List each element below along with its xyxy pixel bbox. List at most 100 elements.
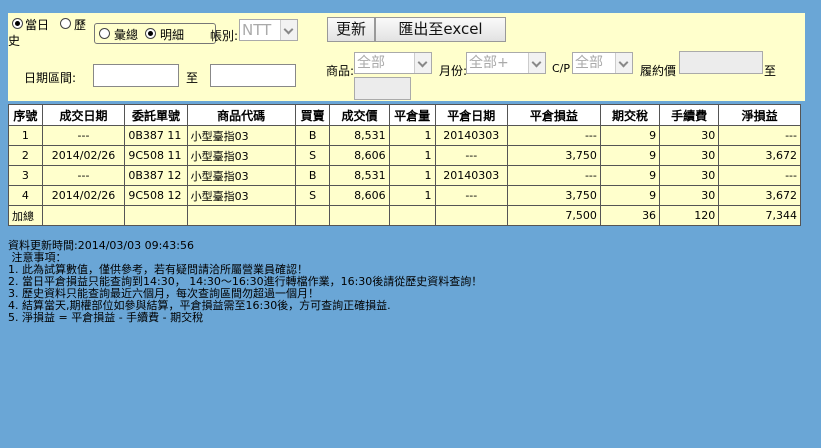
chevron-down-icon bbox=[414, 53, 431, 73]
total-empty bbox=[124, 205, 188, 226]
total-close-pnl: 7,500 bbox=[507, 205, 601, 226]
cell-tax: 9 bbox=[599, 145, 661, 166]
cell-fee: 30 bbox=[659, 165, 720, 186]
header-order-no: 委託單號 bbox=[124, 104, 188, 126]
cell-net-pnl: 3,672 bbox=[718, 145, 801, 166]
chevron-down-icon bbox=[615, 53, 632, 73]
total-empty bbox=[294, 205, 331, 226]
cp-label: C/P bbox=[552, 62, 571, 75]
product-label: 商品: bbox=[326, 64, 355, 78]
cell-close-qty: 1 bbox=[388, 165, 436, 186]
account-select[interactable]: NTT bbox=[239, 19, 298, 41]
radio-history-label-2: 史 bbox=[8, 34, 21, 48]
header-close-date: 平倉日期 bbox=[434, 104, 509, 126]
total-tax: 36 bbox=[599, 205, 661, 226]
cp-select[interactable]: 全部 bbox=[572, 52, 633, 74]
cell-product-code: 小型臺指03 bbox=[186, 125, 296, 146]
cell-seq: 1 bbox=[8, 125, 43, 146]
cell-side: S bbox=[294, 145, 331, 166]
cell-close-pnl: --- bbox=[507, 165, 601, 186]
cell-close-qty: 1 bbox=[388, 185, 436, 206]
view-mode-group: 彙總 明細 bbox=[94, 23, 216, 44]
date-range-label: 日期區間: bbox=[24, 71, 77, 85]
strike-from-input[interactable] bbox=[679, 51, 763, 74]
chevron-down-icon bbox=[528, 53, 545, 73]
date-from-input[interactable] bbox=[93, 64, 179, 87]
cell-fee: 30 bbox=[659, 185, 720, 206]
table-row: 4 2014/02/26 9C508 12 小型臺指03 S 8,606 1 -… bbox=[8, 185, 801, 206]
radio-history-label-1: 歷 bbox=[74, 18, 87, 32]
header-tax: 期交稅 bbox=[599, 104, 661, 126]
total-net-pnl: 7,344 bbox=[718, 205, 801, 226]
date-to-input[interactable] bbox=[210, 64, 296, 87]
cell-net-pnl: 3,672 bbox=[718, 185, 801, 206]
export-excel-button[interactable]: 匯出至excel bbox=[375, 17, 506, 42]
cell-close-date: --- bbox=[434, 145, 509, 166]
total-empty bbox=[186, 205, 296, 226]
cell-order-no: 9C508 11 bbox=[124, 145, 188, 166]
cell-trade-date: 2014/02/26 bbox=[41, 145, 126, 166]
cell-close-pnl: 3,750 bbox=[507, 185, 601, 206]
cell-seq: 2 bbox=[8, 145, 43, 166]
header-product-code: 商品代碼 bbox=[186, 104, 296, 126]
header-trade-date: 成交日期 bbox=[41, 104, 126, 126]
radio-history[interactable] bbox=[60, 18, 71, 29]
cell-seq: 3 bbox=[8, 165, 43, 186]
table-total-row: 加總 7,500 36 120 7,344 bbox=[8, 205, 801, 226]
cell-price: 8,531 bbox=[329, 125, 390, 146]
note-item: 5. 淨損益 = 平倉損益 - 手續費 - 期交稅 bbox=[8, 311, 204, 324]
cell-price: 8,606 bbox=[329, 185, 390, 206]
header-side: 買賣 bbox=[294, 104, 331, 126]
table-row: 1 --- 0B387 11 小型臺指03 B 8,531 1 20140303… bbox=[8, 125, 801, 146]
cell-close-date: 20140303 bbox=[434, 125, 509, 146]
month-select-value: 全部+ bbox=[469, 55, 509, 71]
cell-trade-date: --- bbox=[41, 125, 126, 146]
notes-section: 資料更新時間:2014/03/03 09:43:56 注意事項： 1. 此為試算… bbox=[8, 240, 482, 324]
cell-fee: 30 bbox=[659, 125, 720, 146]
cell-net-pnl: --- bbox=[718, 165, 801, 186]
cell-net-pnl: --- bbox=[718, 125, 801, 146]
update-time: 資料更新時間:2014/03/03 09:43:56 bbox=[8, 239, 195, 252]
cell-close-date: 20140303 bbox=[434, 165, 509, 186]
cell-side: S bbox=[294, 185, 331, 206]
total-fee: 120 bbox=[659, 205, 720, 226]
account-label: 帳別: bbox=[210, 29, 239, 43]
radio-detail[interactable] bbox=[145, 28, 156, 39]
strike-to-label: 至 bbox=[764, 64, 777, 78]
radio-today[interactable] bbox=[12, 18, 23, 29]
cell-tax: 9 bbox=[599, 185, 661, 206]
cell-side: B bbox=[294, 125, 331, 146]
cell-fee: 30 bbox=[659, 145, 720, 166]
header-fee: 手續費 bbox=[659, 104, 720, 126]
total-empty bbox=[434, 205, 509, 226]
refresh-button[interactable]: 更新 bbox=[327, 17, 375, 42]
cell-tax: 9 bbox=[599, 165, 661, 186]
total-empty bbox=[329, 205, 390, 226]
strike-label: 履約價 bbox=[640, 64, 677, 78]
cell-side: B bbox=[294, 165, 331, 186]
cp-select-value: 全部 bbox=[575, 55, 603, 71]
product-code-input[interactable] bbox=[354, 77, 411, 100]
header-close-qty: 平倉量 bbox=[388, 104, 436, 126]
cell-product-code: 小型臺指03 bbox=[186, 145, 296, 166]
chevron-down-icon bbox=[280, 20, 297, 40]
table-row: 3 --- 0B387 12 小型臺指03 B 8,531 1 20140303… bbox=[8, 165, 801, 186]
settlement-table: 序號 成交日期 委託單號 商品代碼 買賣 成交價 平倉量 平倉日期 平倉損益 期… bbox=[8, 104, 801, 226]
cell-price: 8,531 bbox=[329, 165, 390, 186]
cell-close-qty: 1 bbox=[388, 125, 436, 146]
cell-order-no: 0B387 11 bbox=[124, 125, 188, 146]
header-net-pnl: 淨損益 bbox=[718, 104, 801, 126]
radio-summary-label: 彙總 bbox=[114, 28, 139, 42]
product-select[interactable]: 全部 bbox=[354, 52, 432, 74]
table-row: 2 2014/02/26 9C508 11 小型臺指03 S 8,606 1 -… bbox=[8, 145, 801, 166]
month-select[interactable]: 全部+ bbox=[466, 52, 546, 74]
header-price: 成交價 bbox=[329, 104, 390, 126]
cell-seq: 4 bbox=[8, 185, 43, 206]
cell-product-code: 小型臺指03 bbox=[186, 185, 296, 206]
radio-summary[interactable] bbox=[99, 28, 110, 39]
cell-close-qty: 1 bbox=[388, 145, 436, 166]
cell-close-date: --- bbox=[434, 185, 509, 206]
cell-tax: 9 bbox=[599, 125, 661, 146]
cell-order-no: 9C508 12 bbox=[124, 185, 188, 206]
radio-detail-label: 明細 bbox=[160, 28, 185, 42]
